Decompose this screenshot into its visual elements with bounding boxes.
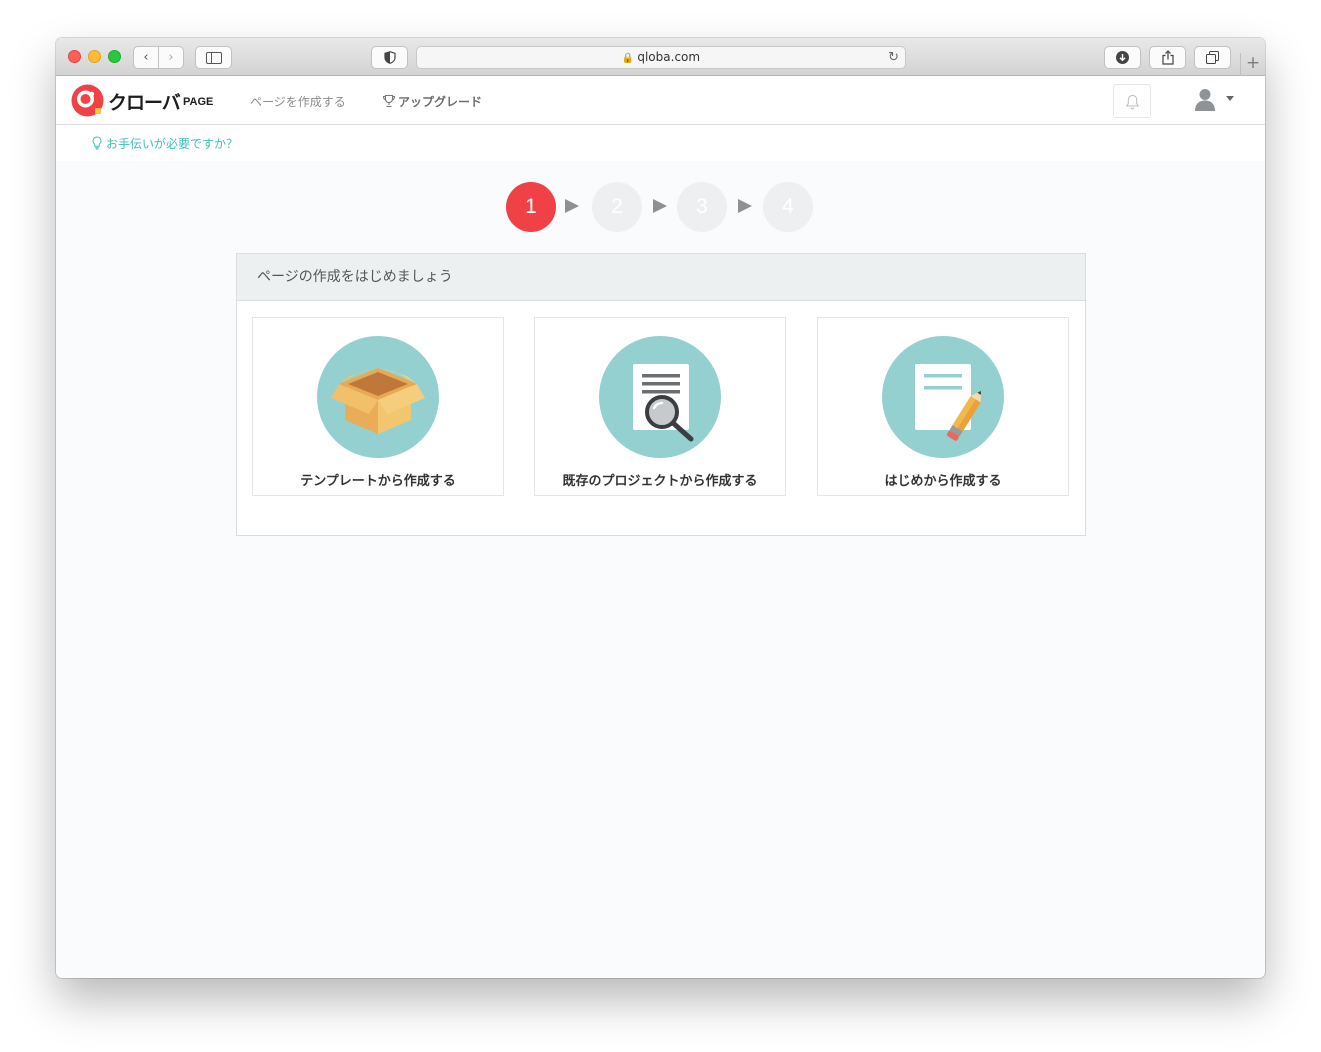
sidebar-icon [205, 52, 222, 64]
back-button[interactable]: ‹ [133, 46, 159, 69]
tab-overview-button[interactable] [1194, 46, 1231, 69]
sidebar-toggle-button[interactable] [195, 46, 232, 69]
upgrade-label: アップグレード [398, 95, 483, 109]
plus-icon: + [1245, 53, 1261, 73]
user-menu-caret-icon[interactable] [1226, 96, 1234, 101]
browser-window: ‹ › 🔒 qloba.com ↻ + クローバ PAGE ページを作成する ア… [56, 38, 1265, 978]
lightbulb-icon [92, 136, 102, 150]
step-arrow-icon [653, 199, 667, 213]
share-icon [1161, 50, 1174, 65]
tabs-icon [1206, 51, 1219, 64]
step-1: 1 [506, 182, 556, 232]
notifications-button[interactable] [1113, 84, 1151, 118]
reload-icon[interactable]: ↻ [888, 47, 899, 68]
help-link[interactable]: お手伝いが必要ですか？ [92, 135, 238, 152]
downloads-button[interactable] [1104, 46, 1141, 69]
help-text: お手伝いが必要ですか？ [106, 137, 239, 151]
create-page-panel: ページの作成をはじめましょう テンプレートから作成する 既存のプロジェクトから作… [236, 253, 1086, 536]
logo-text[interactable]: クローバ [108, 88, 181, 115]
nav-upgrade-link[interactable]: アップグレード [382, 93, 482, 110]
download-icon [1116, 51, 1129, 64]
zoom-window-button[interactable] [108, 50, 121, 63]
browser-toolbar: ‹ › 🔒 qloba.com ↻ + [56, 38, 1265, 76]
chevron-right-icon: › [168, 50, 174, 65]
trophy-icon [382, 94, 396, 108]
new-tab-button[interactable]: + [1240, 53, 1265, 76]
option-label: テンプレートから作成する [300, 474, 456, 489]
share-button[interactable] [1149, 46, 1186, 69]
step-indicator: 1 2 3 4 [506, 182, 816, 232]
create-from-existing-project-option[interactable]: 既存のプロジェクトから作成する [534, 317, 786, 496]
box-icon [317, 336, 439, 458]
minimize-window-button[interactable] [88, 50, 101, 63]
logo-sub-text[interactable]: PAGE [183, 96, 213, 108]
document-search-icon [599, 336, 721, 458]
shield-icon [383, 51, 396, 64]
step-arrow-icon [738, 199, 752, 213]
chevron-left-icon: ‹ [143, 50, 149, 65]
help-bar: お手伝いが必要ですか？ [56, 125, 1265, 161]
step-arrow-icon [565, 199, 579, 213]
step-3: 3 [677, 182, 727, 232]
lock-icon: 🔒 [621, 53, 635, 64]
create-from-template-option[interactable]: テンプレートから作成する [252, 317, 504, 496]
nav-create-page-link[interactable]: ページを作成する [250, 93, 346, 110]
step-2: 2 [592, 182, 642, 232]
bell-icon [1125, 94, 1140, 110]
option-label: はじめから作成する [884, 474, 1002, 489]
address-bar[interactable]: 🔒 qloba.com ↻ [416, 46, 906, 69]
privacy-report-button[interactable] [371, 46, 408, 69]
qloba-logo-icon[interactable] [71, 84, 104, 117]
url-text: qloba.com [637, 50, 701, 64]
site-header: クローバ PAGE ページを作成する アップグレード [56, 76, 1265, 125]
panel-title: ページの作成をはじめましょう [237, 254, 1085, 301]
document-pencil-icon [882, 336, 1004, 458]
close-window-button[interactable] [68, 50, 81, 63]
user-avatar-icon[interactable] [1193, 87, 1217, 111]
step-4: 4 [763, 182, 813, 232]
create-from-scratch-option[interactable]: はじめから作成する [817, 317, 1069, 496]
forward-button[interactable]: › [158, 46, 184, 69]
option-label: 既存のプロジェクトから作成する [562, 474, 758, 489]
